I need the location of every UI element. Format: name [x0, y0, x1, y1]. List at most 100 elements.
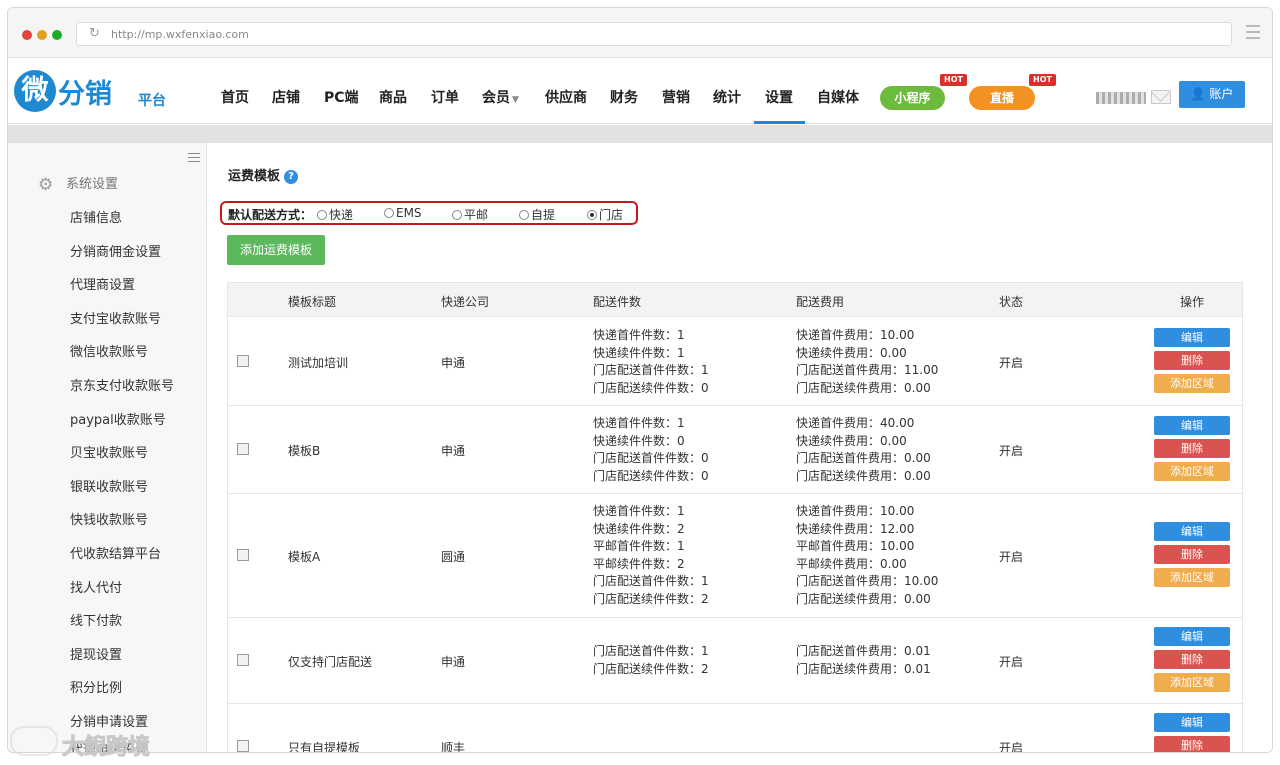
shipping-option-post[interactable]: 平邮 [452, 206, 488, 223]
edit-button[interactable]: 编辑 [1154, 713, 1230, 732]
sidebar-item-store-info[interactable]: 店铺信息 [70, 207, 122, 226]
sidebar-item-settlement[interactable]: 代收款结算平台 [70, 543, 161, 562]
sidebar-item-agent[interactable]: 代理商设置 [70, 274, 135, 293]
nav-media[interactable]: 自媒体 [817, 87, 859, 107]
col-company: 快递公司 [441, 295, 490, 309]
row-status: 开启 [999, 356, 1024, 370]
shipping-option-pickup[interactable]: 自提 [519, 206, 555, 223]
row-checkbox[interactable] [237, 740, 249, 752]
sidebar-item-alipay[interactable]: 支付宝收款账号 [70, 308, 161, 327]
delete-button[interactable]: 删除 [1154, 650, 1230, 669]
mail-icon[interactable] [1151, 90, 1171, 104]
nav-finance[interactable]: 财务 [610, 87, 638, 107]
browser-menu-icon[interactable] [1246, 25, 1260, 41]
shipping-option-store[interactable]: 门店 [587, 206, 623, 223]
brand-name: 分销 [58, 79, 112, 110]
row-checkbox[interactable] [237, 654, 249, 666]
shipping-option-express[interactable]: 快递 [317, 206, 353, 223]
row-checkbox[interactable] [237, 443, 249, 455]
nav-pc[interactable]: PC端 [324, 87, 359, 107]
add-area-button[interactable]: 添加区域 [1154, 673, 1230, 692]
maximize-dot-icon[interactable] [52, 30, 62, 40]
sidebar-toggle-icon[interactable] [188, 153, 200, 165]
nav-members[interactable]: 会员 ▼ [482, 87, 519, 107]
brand-sub: 平台 [138, 93, 166, 109]
add-area-button[interactable]: 添加区域 [1154, 374, 1230, 393]
help-icon[interactable]: ? [284, 169, 299, 184]
default-shipping-label: 默认配送方式： [228, 208, 313, 222]
row-fees: 快递首件费用：10.00 快递续件费用：12.00 平邮首件费用：10.00 平… [796, 504, 939, 606]
row-title: 测试加培训 [288, 356, 349, 370]
edit-button[interactable]: 编辑 [1154, 627, 1230, 646]
col-title: 模板标题 [288, 295, 337, 309]
row-title: 模板B [288, 444, 321, 458]
reload-icon[interactable]: ↻ [89, 26, 100, 41]
top-navigation: 微 分销 平台 首页 店铺 PC端 商品 订单 会员 ▼ 供应商 财务 营销 统计… [8, 59, 1272, 124]
delete-button[interactable]: 删除 [1154, 545, 1230, 564]
row-status: 开启 [999, 655, 1024, 669]
sidebar-section-header[interactable]: ⚙ 系统设置 [38, 173, 118, 193]
row-status: 开启 [999, 741, 1024, 753]
row-counts: 快递首件件数：1 快递续件件数：2 平邮首件件数：1 平邮续件件数：2 门店配送… [593, 504, 709, 606]
sidebar-item-proxy-pay[interactable]: 找人代付 [70, 577, 122, 596]
sidebar-item-points[interactable]: 积分比例 [70, 677, 122, 696]
nav-suppliers[interactable]: 供应商 [545, 87, 587, 107]
nav-orders[interactable]: 订单 [431, 87, 459, 107]
live-button[interactable]: 直播 [969, 86, 1035, 110]
gear-icon: ⚙ [38, 174, 54, 195]
row-counts: 快递首件件数：1 快递续件件数：1 门店配送首件件数：1 门店配送续件件数：0 [593, 328, 709, 395]
account-button[interactable]: 👤 账户 [1179, 81, 1245, 108]
delete-button[interactable]: 删除 [1154, 351, 1230, 370]
header-divider-bar [8, 125, 1272, 143]
col-actions: 操作 [1180, 295, 1205, 309]
nav-statistics[interactable]: 统计 [713, 87, 741, 107]
add-shipping-template-button[interactable]: 添加运费模板 [227, 235, 325, 265]
col-status: 状态 [999, 295, 1024, 309]
sidebar-item-wechat[interactable]: 微信收款账号 [70, 341, 148, 360]
row-counts: 门店配送首件件数：1 门店配送续件件数：2 [593, 644, 709, 676]
default-shipping-selector: 默认配送方式： 快递 EMS 平邮 自提 门店 [220, 201, 638, 225]
browser-window: ↻ http://mp.wxfenxiao.com 微 分销 平台 首页 店铺 … [7, 7, 1273, 753]
delete-button[interactable]: 删除 [1154, 736, 1230, 752]
row-counts: 快递首件件数：1 快递续件件数：0 门店配送首件件数：0 门店配送续件件数：0 [593, 416, 709, 483]
row-company: 申通 [441, 655, 466, 669]
nav-settings[interactable]: 设置 [765, 87, 793, 107]
sidebar-item-unionpay[interactable]: 银联收款账号 [70, 476, 148, 495]
add-area-button[interactable]: 添加区域 [1154, 568, 1230, 587]
sidebar-item-kuaiqian[interactable]: 快钱收款账号 [70, 509, 148, 528]
nav-store[interactable]: 店铺 [272, 87, 300, 107]
nav-marketing[interactable]: 营销 [662, 87, 690, 107]
row-company: 申通 [441, 444, 466, 458]
address-bar[interactable]: ↻ http://mp.wxfenxiao.com [76, 22, 1232, 46]
sidebar: ⚙ 系统设置 店铺信息 分销商佣金设置 代理商设置 支付宝收款账号 微信收款账号 … [8, 143, 207, 752]
sidebar-item-commission[interactable]: 分销商佣金设置 [70, 241, 161, 260]
row-company: 顺丰 [441, 741, 466, 753]
table-row: 模板A 圆通 快递首件件数：1 快递续件件数：2 平邮首件件数：1 平邮续件件数… [228, 494, 1242, 618]
brand-mark: 微 [14, 70, 56, 112]
sidebar-item-jdpay[interactable]: 京东支付收款账号 [70, 375, 174, 394]
sidebar-item-beibao[interactable]: 贝宝收款账号 [70, 442, 148, 461]
watermark-logo-icon [10, 726, 58, 756]
sidebar-item-withdraw[interactable]: 提现设置 [70, 644, 122, 663]
row-checkbox[interactable] [237, 355, 249, 367]
minimize-dot-icon[interactable] [37, 30, 47, 40]
edit-button[interactable]: 编辑 [1154, 416, 1230, 435]
edit-button[interactable]: 编辑 [1154, 522, 1230, 541]
sidebar-item-offline-pay[interactable]: 线下付款 [70, 610, 122, 629]
sidebar-item-distributor-apply[interactable]: 分销申请设置 [70, 711, 148, 730]
row-fees: 快递首件费用：40.00 快递续件费用：0.00 门店配送首件费用：0.00 门… [796, 416, 931, 483]
delete-button[interactable]: 删除 [1154, 439, 1230, 458]
shipping-option-ems[interactable]: EMS [384, 206, 422, 220]
table-row: 模板B 申通 快递首件件数：1 快递续件件数：0 门店配送首件件数：0 门店配送… [228, 406, 1242, 494]
mini-program-button[interactable]: 小程序 [880, 86, 945, 110]
close-dot-icon[interactable] [22, 30, 32, 40]
add-area-button[interactable]: 添加区域 [1154, 462, 1230, 481]
nav-home[interactable]: 首页 [221, 87, 249, 107]
nav-products[interactable]: 商品 [379, 87, 407, 107]
row-checkbox[interactable] [237, 549, 249, 561]
row-company: 圆通 [441, 550, 466, 564]
col-fees: 配送费用 [796, 295, 845, 309]
row-company: 申通 [441, 356, 466, 370]
sidebar-item-paypal[interactable]: paypal收款账号 [70, 409, 166, 428]
edit-button[interactable]: 编辑 [1154, 328, 1230, 347]
